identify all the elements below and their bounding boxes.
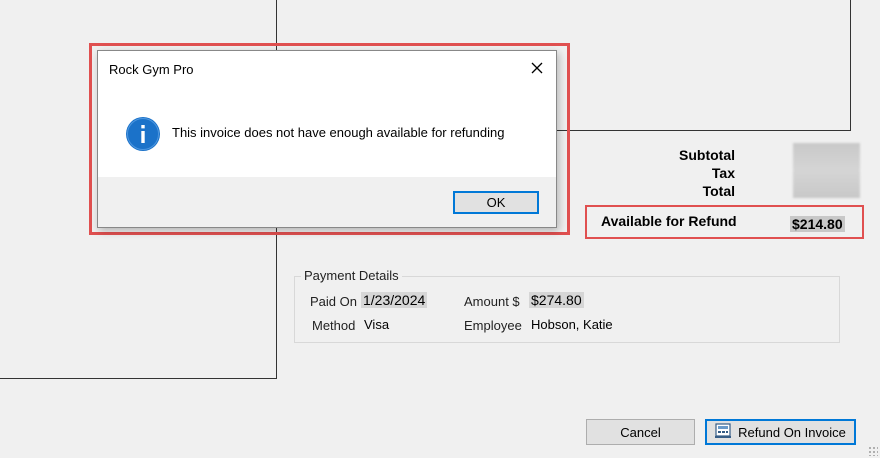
payment-details-title: Payment Details [301, 268, 402, 283]
obscured-totals-values [793, 143, 860, 198]
cancel-button[interactable]: Cancel [586, 419, 695, 445]
close-icon [531, 62, 543, 74]
dialog-message: This invoice does not have enough availa… [172, 125, 505, 140]
available-for-refund-label: Available for Refund [601, 213, 737, 229]
register-icon [715, 422, 733, 442]
employee-value: Hobson, Katie [531, 317, 613, 332]
tax-label: Tax [711, 165, 735, 181]
message-dialog: Rock Gym Pro This invoice does not have … [97, 50, 557, 228]
refund-on-invoice-label: Refund On Invoice [738, 424, 846, 440]
close-button[interactable] [522, 55, 552, 81]
paid-on-label: Paid On [310, 294, 357, 309]
resize-grip-icon[interactable] [868, 446, 878, 456]
available-for-refund-value: $214.80 [790, 216, 845, 232]
amount-value: $274.80 [529, 292, 584, 308]
ok-button[interactable]: OK [453, 191, 539, 214]
refund-on-invoice-button[interactable]: Refund On Invoice [705, 419, 856, 445]
info-icon [125, 116, 161, 155]
paid-on-value: 1/23/2024 [361, 292, 428, 308]
total-label: Total [702, 183, 735, 199]
method-value: Visa [364, 317, 390, 332]
dialog-title: Rock Gym Pro [109, 62, 194, 77]
employee-label: Employee [464, 318, 522, 333]
amount-label: Amount $ [464, 294, 520, 309]
ok-button-label: OK [486, 195, 506, 210]
subtotal-label: Subtotal [679, 147, 735, 163]
method-label: Method [312, 318, 356, 333]
cancel-button-label: Cancel [620, 424, 661, 440]
payment-details-group [294, 276, 840, 343]
